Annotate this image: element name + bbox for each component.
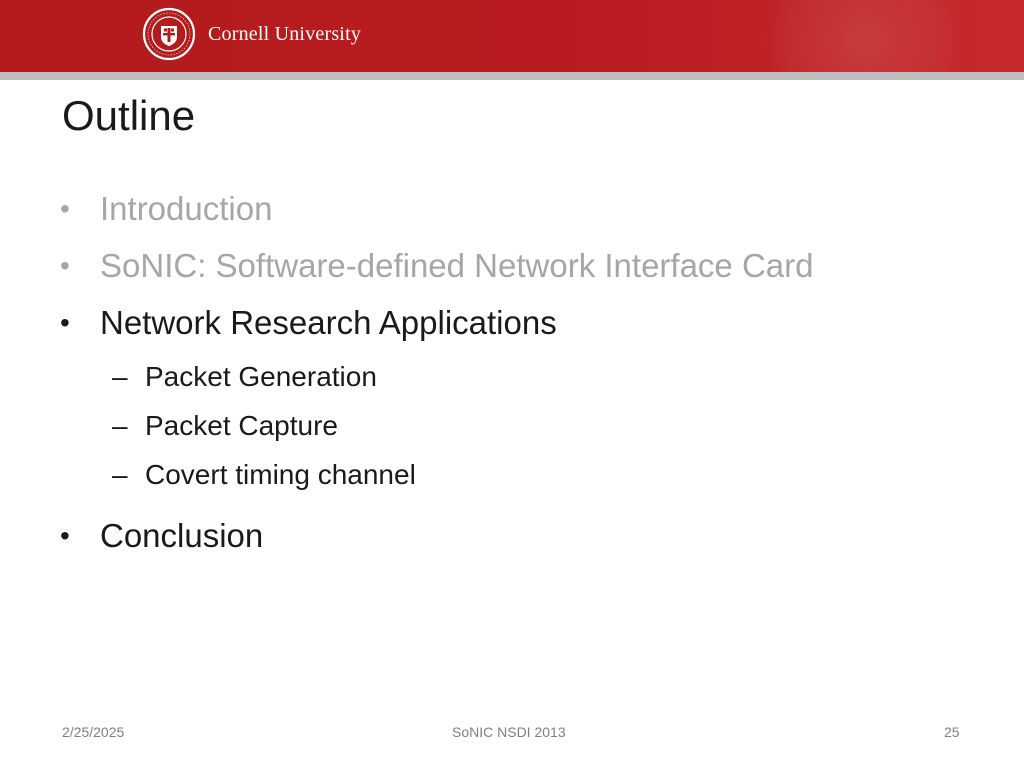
banner-watermark [764, 0, 964, 72]
outline-subitem-label: Covert timing channel [145, 459, 416, 490]
outline-subitem-covert-timing: – Covert timing channel [60, 455, 813, 504]
outline-item-label: Network Research Applications [100, 304, 557, 341]
outline-list: • Introduction • SoNIC: Software-defined… [60, 186, 813, 570]
spacer [60, 504, 813, 513]
footer-title: SoNIC NSDI 2013 [452, 724, 566, 740]
outline-subitem-label: Packet Generation [145, 361, 377, 392]
sub-bullet-marker: – [112, 361, 128, 392]
wordmark: Cornell University [208, 22, 362, 45]
outline-subitem-packet-capture: – Packet Capture [60, 406, 813, 455]
bullet-marker: • [60, 250, 70, 281]
slide-title: Outline [62, 92, 196, 139]
outline-item-label: SoNIC: Software-defined Network Interfac… [100, 247, 814, 284]
outline-item-introduction: • Introduction [60, 186, 813, 243]
page-number: 25 [944, 724, 960, 740]
bullet-marker: • [60, 193, 70, 224]
outline-subitem-label: Packet Capture [145, 410, 338, 441]
bullet-marker: • [60, 520, 70, 551]
outline-subitem-packet-generation: – Packet Generation [60, 357, 813, 406]
outline-item-sonic: • SoNIC: Software-defined Network Interf… [60, 243, 813, 300]
footer-date: 2/25/2025 [62, 724, 125, 740]
bullet-marker: • [60, 307, 70, 338]
outline-item-conclusion: • Conclusion [60, 513, 813, 570]
outline-item-label: Introduction [100, 190, 273, 227]
header-banner: Cornell University [0, 0, 1024, 72]
sub-bullet-marker: – [112, 459, 128, 490]
university-logo: Cornell University [142, 6, 361, 62]
sub-bullet-marker: – [112, 410, 128, 441]
cornell-seal-icon [142, 7, 196, 61]
slide: Cornell University Outline • Introductio… [0, 0, 1024, 768]
header-divider [0, 72, 1024, 80]
outline-item-label: Conclusion [100, 517, 264, 554]
outline-item-applications: • Network Research Applications [60, 300, 813, 357]
